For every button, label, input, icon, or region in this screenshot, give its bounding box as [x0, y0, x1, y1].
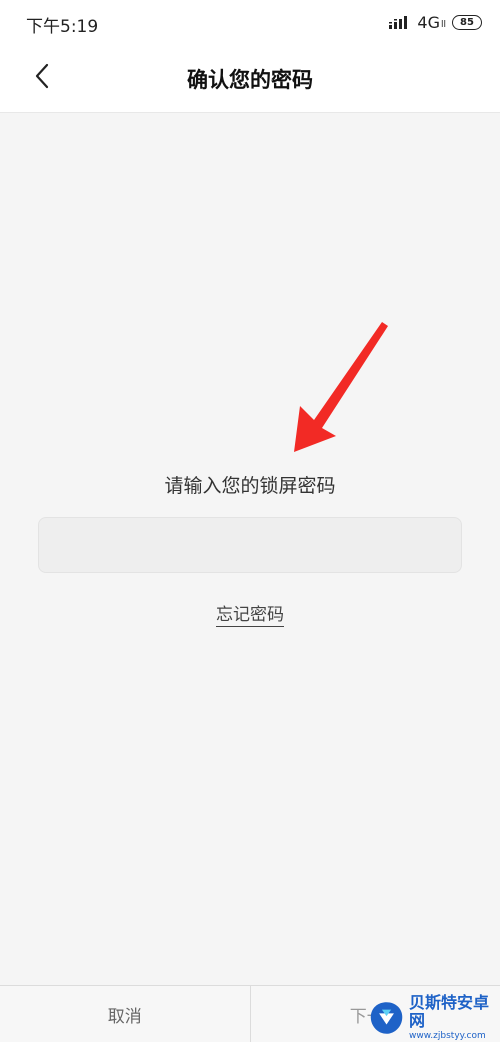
forgot-password-link[interactable]: 忘记密码 — [0, 600, 500, 625]
password-input[interactable] — [38, 517, 462, 573]
password-prompt: 请输入您的锁屏密码 — [0, 471, 500, 498]
battery-level: 85 — [460, 17, 474, 28]
watermark-logo-icon — [368, 998, 405, 1038]
red-arrow-annotation — [280, 318, 400, 458]
network-type: 4G — [417, 13, 440, 32]
cancel-button[interactable]: 取消 — [0, 986, 250, 1042]
watermark-title: 贝斯特安卓网 — [409, 994, 498, 1030]
battery-icon: 85 — [452, 15, 482, 30]
signal-icon — [389, 15, 411, 29]
status-bar: 下午5:19 4G ll 85 — [0, 0, 500, 44]
forgot-password-label: 忘记密码 — [216, 605, 284, 627]
network-activity: ll — [441, 20, 446, 30]
page-title: 确认您的密码 — [0, 64, 500, 94]
watermark-text: 贝斯特安卓网 www.zjbstyy.com — [409, 994, 498, 1042]
status-indicators: 4G ll 85 — [389, 12, 482, 32]
watermark-url: www.zjbstyy.com — [409, 1030, 498, 1042]
site-watermark: 贝斯特安卓网 www.zjbstyy.com — [368, 996, 498, 1040]
title-bar: 确认您的密码 — [0, 44, 500, 113]
status-time: 下午5:19 — [26, 12, 98, 37]
